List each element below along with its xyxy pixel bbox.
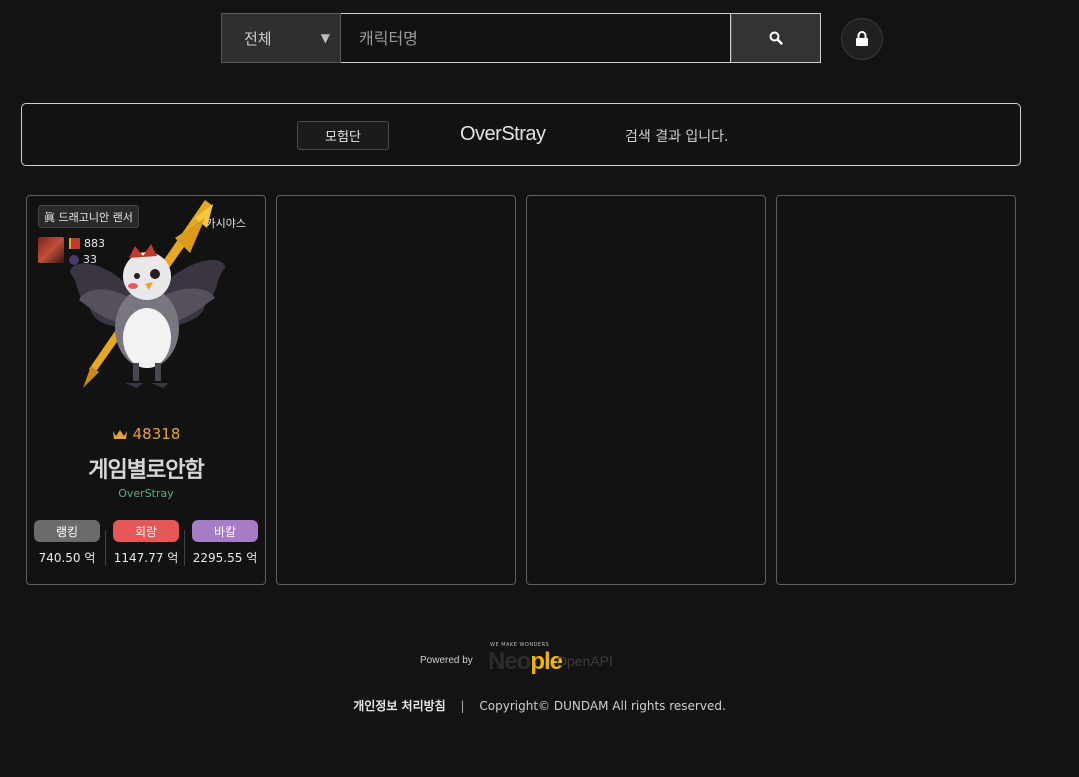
triangle-down-icon: ▼ (320, 31, 330, 45)
powered-by-text: Powered by (420, 655, 473, 666)
bakal-value: 2295.55 억 (192, 551, 258, 565)
privacy-policy-link[interactable]: 개인정보 처리방침 (353, 699, 446, 713)
character-stats: 883 33 (38, 237, 108, 267)
adventure-tag: 모험단 (297, 121, 389, 150)
score-bakal: 바칼 2295.55 억 (192, 520, 258, 566)
corridor-badge: 회랑 (113, 520, 179, 542)
character-name: 게임별로안함 (88, 458, 204, 483)
character-search-input[interactable] (341, 13, 731, 63)
score-ranking: 랭킹 740.50 억 (34, 520, 100, 566)
ranking-badge: 랭킹 (34, 520, 100, 542)
search-icon (769, 31, 783, 45)
logo-wordmark: Neople (488, 648, 563, 676)
character-guild: OverStray (118, 487, 174, 500)
copyright-text: Copyright© DUNDAM All rights reserved. (479, 699, 726, 713)
fame-value: 48318 (132, 425, 181, 443)
logo-wordmark-pre: Neo (488, 648, 531, 675)
empty-card (776, 195, 1016, 585)
score-row: 랭킹 740.50 억 회랑 1147.77 억 바칼 2295.55 억 (27, 520, 265, 566)
ranking-value: 740.50 억 (38, 551, 96, 565)
login-lock-button[interactable] (841, 18, 883, 60)
search-bar: 전체 ▼ (221, 13, 821, 63)
book-icon (69, 238, 80, 249)
bakal-badge: 바칼 (192, 520, 258, 542)
category-select[interactable]: 전체 ▼ (221, 13, 341, 63)
stat-value-2: 33 (83, 253, 97, 266)
stat-value-1: 883 (84, 237, 105, 250)
category-select-value: 전체 (244, 29, 272, 48)
search-button[interactable] (731, 13, 821, 63)
openapi-text: OpenAPI (556, 653, 613, 669)
corridor-value: 1147.77 억 (113, 551, 179, 565)
result-message: 검색 결과 입니다. (625, 129, 729, 145)
adventure-name: OverStray (460, 123, 546, 145)
lock-icon (856, 31, 868, 46)
result-banner: 모험단 OverStray 검색 결과 입니다. (21, 103, 1021, 166)
empty-card (276, 195, 516, 585)
creature-stat: 33 (69, 253, 97, 266)
creature-icon (69, 254, 79, 265)
footer-links: 개인정보 처리방침 | Copyright© DUNDAM All rights… (0, 697, 1079, 714)
empty-card (526, 195, 766, 585)
character-image (70, 200, 225, 388)
footer-separator: | (460, 699, 465, 713)
character-card[interactable]: 眞 드래고니안 랜서 카시야스 883 33 48318 게임별로안함 Over… (26, 195, 266, 585)
buff-portrait (38, 237, 64, 263)
level-stat: 883 (69, 237, 105, 250)
score-corridor: 회랑 1147.77 억 (113, 520, 179, 566)
fame-row: 48318 (27, 425, 265, 443)
fame-icon (112, 430, 127, 439)
